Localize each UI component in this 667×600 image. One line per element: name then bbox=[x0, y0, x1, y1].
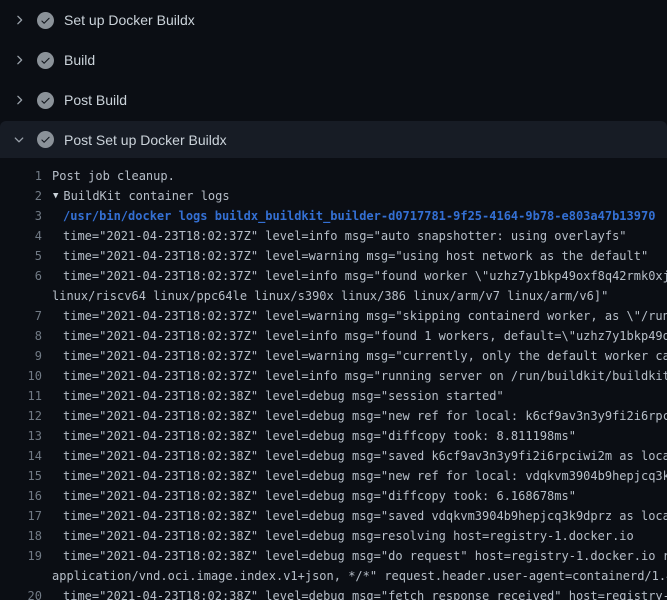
line-number[interactable]: 2 bbox=[0, 189, 42, 203]
check-circle-icon bbox=[37, 92, 54, 109]
log-text: Post job cleanup. bbox=[52, 169, 175, 183]
step-row-build[interactable]: Build bbox=[0, 40, 667, 80]
line-number[interactable]: 11 bbox=[0, 389, 42, 403]
line-number[interactable]: 19 bbox=[0, 549, 42, 563]
line-number[interactable]: 8 bbox=[0, 329, 42, 343]
group-expander-icon[interactable]: ▼ bbox=[53, 191, 58, 201]
line-number[interactable]: 16 bbox=[0, 489, 42, 503]
log-line: 17 time="2021-04-23T18:02:38Z" level=deb… bbox=[0, 506, 667, 526]
log-text: linux/riscv64 linux/ppc64le linux/s390x … bbox=[52, 289, 608, 303]
log-text: time="2021-04-23T18:02:38Z" level=debug … bbox=[63, 449, 667, 463]
log-line: 11 time="2021-04-23T18:02:38Z" level=deb… bbox=[0, 386, 667, 406]
log-line: 13 time="2021-04-23T18:02:38Z" level=deb… bbox=[0, 426, 667, 446]
log-line: 16 time="2021-04-23T18:02:38Z" level=deb… bbox=[0, 486, 667, 506]
log-text: time="2021-04-23T18:02:37Z" level=info m… bbox=[63, 269, 667, 283]
log-line: 9 time="2021-04-23T18:02:37Z" level=warn… bbox=[0, 346, 667, 366]
log-line: 18 time="2021-04-23T18:02:38Z" level=deb… bbox=[0, 526, 667, 546]
log-line: 2 ▼ BuildKit container logs bbox=[0, 186, 667, 206]
log-text: time="2021-04-23T18:02:37Z" level=warnin… bbox=[63, 249, 648, 263]
log-text: time="2021-04-23T18:02:38Z" level=debug … bbox=[63, 489, 576, 503]
step-title: Post Build bbox=[64, 93, 127, 107]
check-circle-icon bbox=[37, 52, 54, 69]
actions-log-viewer: Set up Docker Buildx Build Post Build Po… bbox=[0, 0, 667, 600]
line-number[interactable]: 14 bbox=[0, 449, 42, 463]
log-text: BuildKit container logs bbox=[63, 189, 229, 203]
log-text: time="2021-04-23T18:02:38Z" level=debug … bbox=[63, 409, 667, 423]
log-text: time="2021-04-23T18:02:38Z" level=debug … bbox=[63, 509, 667, 523]
log-line: 6 time="2021-04-23T18:02:37Z" level=info… bbox=[0, 266, 667, 286]
log-line: 20 time="2021-04-23T18:02:38Z" level=deb… bbox=[0, 586, 667, 600]
log-text: time="2021-04-23T18:02:37Z" level=info m… bbox=[63, 369, 667, 383]
log-line: 7 time="2021-04-23T18:02:37Z" level=warn… bbox=[0, 306, 667, 326]
log-line: 1 Post job cleanup. bbox=[0, 166, 667, 186]
step-row-post-build[interactable]: Post Build bbox=[0, 80, 667, 120]
log-text: time="2021-04-23T18:02:37Z" level=warnin… bbox=[63, 309, 667, 323]
log-line: 15 time="2021-04-23T18:02:38Z" level=deb… bbox=[0, 466, 667, 486]
log-text: application/vnd.oci.image.index.v1+json,… bbox=[52, 569, 667, 583]
line-number[interactable]: 10 bbox=[0, 369, 42, 383]
line-number[interactable]: 17 bbox=[0, 509, 42, 523]
step-title: Set up Docker Buildx bbox=[64, 13, 195, 27]
log-line: linux/riscv64 linux/ppc64le linux/s390x … bbox=[0, 286, 667, 306]
step-row-post-set-up-docker-buildx[interactable]: Post Set up Docker Buildx bbox=[0, 121, 667, 158]
log-line: 12 time="2021-04-23T18:02:38Z" level=deb… bbox=[0, 406, 667, 426]
log-text: time="2021-04-23T18:02:38Z" level=debug … bbox=[63, 469, 667, 483]
log-text: time="2021-04-23T18:02:38Z" level=debug … bbox=[63, 389, 504, 403]
line-number[interactable]: 6 bbox=[0, 269, 42, 283]
log-text: time="2021-04-23T18:02:37Z" level=warnin… bbox=[63, 349, 667, 363]
line-number[interactable]: 4 bbox=[0, 229, 42, 243]
step-list: Set up Docker Buildx Build Post Build Po… bbox=[0, 0, 667, 158]
log-line: 19 time="2021-04-23T18:02:38Z" level=deb… bbox=[0, 546, 667, 566]
check-circle-icon bbox=[37, 131, 54, 148]
line-number[interactable]: 20 bbox=[0, 589, 42, 600]
log-text: time="2021-04-23T18:02:38Z" level=debug … bbox=[63, 429, 576, 443]
step-title: Build bbox=[64, 53, 95, 67]
line-number[interactable]: 18 bbox=[0, 529, 42, 543]
step-title: Post Set up Docker Buildx bbox=[64, 133, 227, 147]
log-text: time="2021-04-23T18:02:37Z" level=info m… bbox=[63, 329, 667, 343]
line-number[interactable]: 15 bbox=[0, 469, 42, 483]
log-line: 5 time="2021-04-23T18:02:37Z" level=warn… bbox=[0, 246, 667, 266]
log-text: time="2021-04-23T18:02:38Z" level=debug … bbox=[63, 549, 667, 563]
line-number[interactable]: 13 bbox=[0, 429, 42, 443]
chevron-right-icon bbox=[12, 13, 26, 27]
log-line: 14 time="2021-04-23T18:02:38Z" level=deb… bbox=[0, 446, 667, 466]
line-number[interactable]: 9 bbox=[0, 349, 42, 363]
log-text: /usr/bin/docker logs buildx_buildkit_bui… bbox=[63, 209, 655, 223]
log-line: 4 time="2021-04-23T18:02:37Z" level=info… bbox=[0, 226, 667, 246]
line-number[interactable]: 3 bbox=[0, 209, 42, 223]
log-line: application/vnd.oci.image.index.v1+json,… bbox=[0, 566, 667, 586]
check-circle-icon bbox=[37, 12, 54, 29]
log-text: time="2021-04-23T18:02:37Z" level=info m… bbox=[63, 229, 627, 243]
log-line: 8 time="2021-04-23T18:02:37Z" level=info… bbox=[0, 326, 667, 346]
line-number[interactable]: 7 bbox=[0, 309, 42, 323]
line-number[interactable]: 12 bbox=[0, 409, 42, 423]
log-line: 10 time="2021-04-23T18:02:37Z" level=inf… bbox=[0, 366, 667, 386]
log-text: time="2021-04-23T18:02:38Z" level=debug … bbox=[63, 529, 634, 543]
log-text: time="2021-04-23T18:02:38Z" level=debug … bbox=[63, 589, 667, 600]
log-area: 1 Post job cleanup. 2 ▼ BuildKit contain… bbox=[0, 158, 667, 600]
chevron-right-icon bbox=[12, 53, 26, 67]
line-number[interactable]: 1 bbox=[0, 169, 42, 183]
step-row-set-up-docker-buildx[interactable]: Set up Docker Buildx bbox=[0, 0, 667, 40]
chevron-down-icon bbox=[12, 133, 26, 147]
chevron-right-icon bbox=[12, 93, 26, 107]
log-line: 3 /usr/bin/docker logs buildx_buildkit_b… bbox=[0, 206, 667, 226]
line-number[interactable]: 5 bbox=[0, 249, 42, 263]
